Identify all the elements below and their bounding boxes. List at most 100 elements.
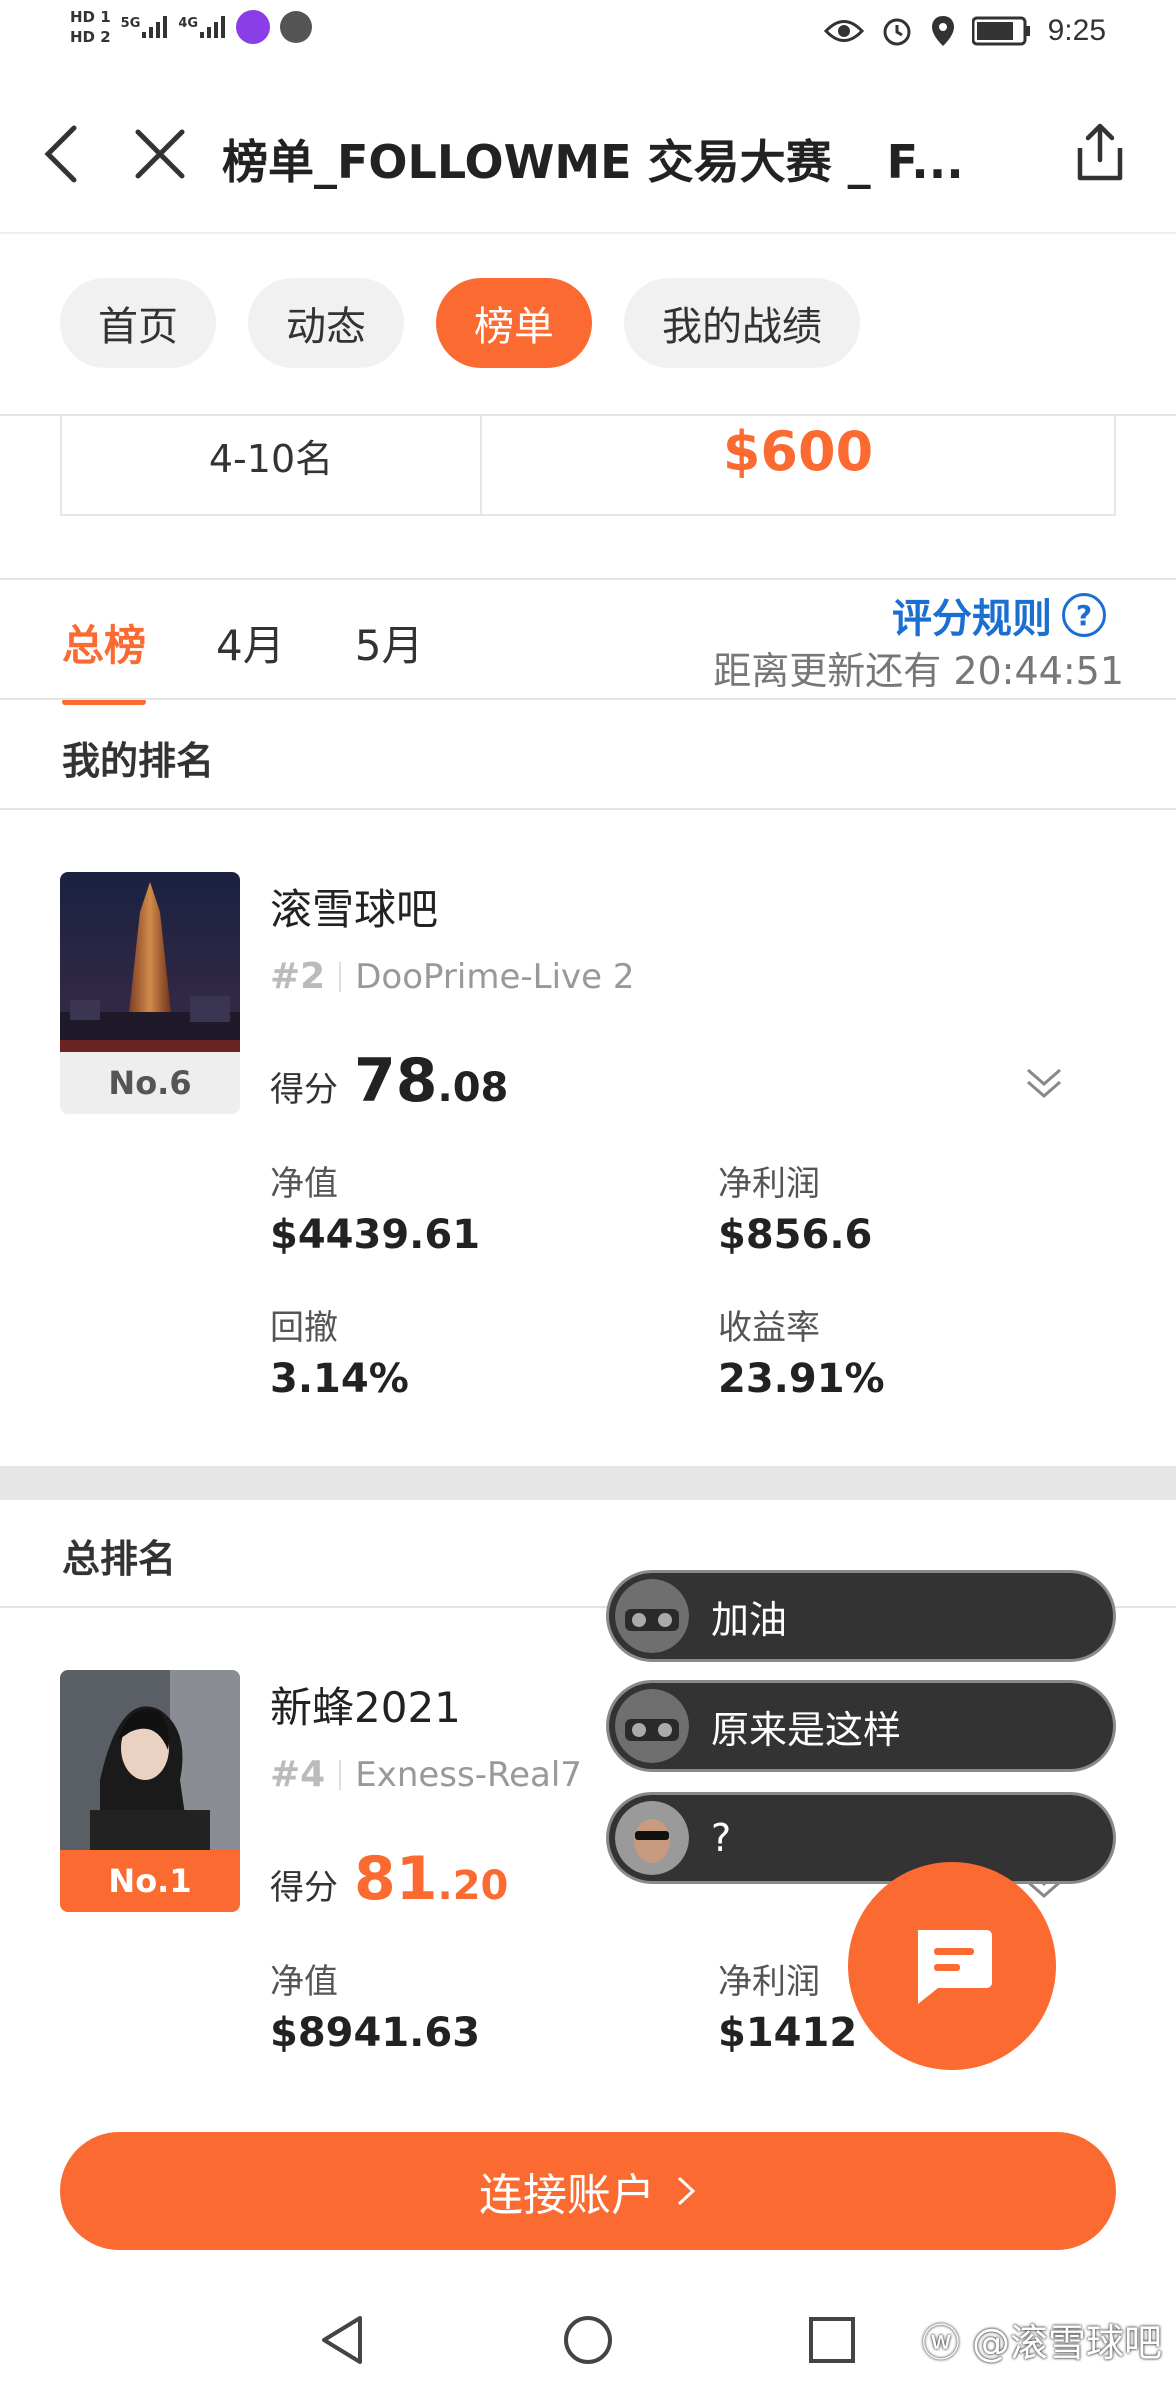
battery-icon <box>971 16 1030 46</box>
clock-time: 9:25 <box>1047 14 1106 47</box>
update-countdown: 距离更新还有 20:44:51 <box>713 649 1124 693</box>
leader-account-info: #4 Exness-Real7 <box>270 1754 582 1795</box>
stat-value-return-rate: 23.91% <box>718 1356 885 1402</box>
status-right: 9:25 <box>823 14 1106 48</box>
weibo-icon: ⓦ <box>921 2321 960 2365</box>
nav-back-icon[interactable] <box>316 2312 366 2368</box>
my-score: 得分 78 .08 <box>270 1046 508 1116</box>
stat-value-drawdown: 3.14% <box>270 1356 409 1402</box>
commenter-avatar <box>615 1579 689 1653</box>
stat-label-return-rate: 收益率 <box>718 1308 820 1348</box>
scoring-rules-link[interactable]: 评分规则 ? <box>892 586 1106 644</box>
separator <box>339 961 342 992</box>
globe-icon <box>280 11 313 43</box>
commenter-avatar <box>615 1689 689 1763</box>
comment-bubble[interactable]: 原来是这样 <box>606 1680 1116 1772</box>
status-left: HD 1 HD 2 5G 4G <box>70 8 313 46</box>
comment-bubble[interactable]: 加油 <box>606 1570 1116 1662</box>
status-bar: HD 1 HD 2 5G 4G 9:25 <box>0 0 1176 76</box>
chevron-right-icon <box>677 2176 696 2206</box>
connect-account-button[interactable]: 连接账户 <box>60 2132 1116 2250</box>
my-username: 滚雪球吧 <box>270 885 439 934</box>
comment-fab[interactable] <box>848 1862 1056 2070</box>
message-icon <box>918 1930 992 2004</box>
connect-account-label: 连接账户 <box>479 2170 655 2221</box>
divider <box>0 578 1176 580</box>
my-server: DooPrime-Live 2 <box>355 956 635 997</box>
my-rank-badge: No.6 <box>60 1052 240 1114</box>
person-photo <box>60 1670 240 1850</box>
signal-icon: 5G <box>121 16 169 38</box>
comment-text: 加油 <box>711 1597 788 1642</box>
comment-text: ? <box>711 1816 732 1860</box>
net2-label: 4G <box>178 16 199 31</box>
leader-score: 得分 81 .20 <box>270 1844 508 1914</box>
score-decimal: .08 <box>437 1065 509 1111</box>
net1-label: 5G <box>120 16 141 31</box>
nav-home-icon[interactable] <box>560 2312 616 2368</box>
section-gap <box>0 1466 1176 1500</box>
back-arrow-icon[interactable] <box>40 122 84 186</box>
main-tabs: 首页 动态 榜单 我的战绩 <box>60 278 860 368</box>
leader-account-number: #4 <box>270 1754 326 1795</box>
expand-chevron-icon[interactable] <box>1024 1064 1064 1100</box>
stat-label-net-value: 净值 <box>270 1164 338 1204</box>
tab-home[interactable]: 首页 <box>60 278 216 368</box>
tab-april[interactable]: 4月 <box>216 612 285 673</box>
comment-text: 原来是这样 <box>711 1707 902 1752</box>
divider <box>0 698 1176 700</box>
tab-my-record[interactable]: 我的战绩 <box>624 278 860 368</box>
tab-feed[interactable]: 动态 <box>248 278 404 368</box>
location-icon <box>931 16 954 46</box>
stat-label-net-profit: 净利润 <box>718 1164 820 1204</box>
my-avatar[interactable]: No.6 <box>60 872 240 1114</box>
tab-overall[interactable]: 总榜 <box>62 612 147 705</box>
score-decimal: .20 <box>437 1863 509 1909</box>
watermark: ⓦ @滚雪球吧 <box>922 2312 1162 2367</box>
leader-server: Exness-Real7 <box>355 1754 582 1795</box>
stat-value-net-value: $4439.61 <box>270 1212 481 1258</box>
stat-label-net-profit: 净利润 <box>718 1962 820 2002</box>
separator <box>339 1759 342 1790</box>
nav-recents-icon[interactable] <box>806 2314 858 2366</box>
score-label: 得分 <box>270 1868 338 1908</box>
prize-amount: $600 <box>722 420 874 483</box>
tab-leaderboard[interactable]: 榜单 <box>436 278 592 368</box>
my-rank-title: 我的排名 <box>62 739 215 783</box>
page-title: 榜单_FOLLOWME 交易大赛 _ F... <box>222 135 964 189</box>
top-bar: 榜单_FOLLOWME 交易大赛 _ F... <box>0 76 1176 234</box>
stat-label-drawdown: 回撤 <box>270 1308 338 1348</box>
stat-label-net-value: 净值 <box>270 1962 338 2002</box>
help-icon: ? <box>1062 593 1106 637</box>
tab-may[interactable]: 5月 <box>355 612 424 673</box>
scoring-rules-label: 评分规则 <box>892 596 1052 642</box>
tower-photo <box>60 872 240 1052</box>
prize-rank-range: 4-10名 <box>208 437 334 481</box>
score-integer: 81 <box>354 1844 438 1914</box>
leader-username: 新蜂2021 <box>270 1683 461 1732</box>
stat-value-net-profit: $1412 <box>718 2010 858 2056</box>
stat-value-net-profit: $856.6 <box>718 1212 873 1258</box>
hd-indicators: HD 1 HD 2 <box>70 8 111 46</box>
hd1-label: HD 1 <box>70 8 111 26</box>
leader-avatar[interactable]: No.1 <box>60 1670 240 1912</box>
my-account-info: #2 DooPrime-Live 2 <box>270 956 635 997</box>
my-account-number: #2 <box>270 956 326 997</box>
eye-icon <box>823 20 864 42</box>
watermark-text: @滚雪球吧 <box>971 2321 1162 2365</box>
signal2-icon: 4G <box>178 16 226 38</box>
alarm-icon <box>883 18 911 46</box>
period-tabs: 总榜 4月 5月 <box>62 612 493 705</box>
share-icon[interactable] <box>1074 120 1126 184</box>
app-notification-icon <box>236 10 271 44</box>
close-icon[interactable] <box>132 126 188 182</box>
score-label: 得分 <box>270 1070 338 1110</box>
hd2-label: HD 2 <box>70 28 111 46</box>
divider <box>0 808 1176 810</box>
leader-rank-badge: No.1 <box>60 1850 240 1912</box>
commenter-avatar <box>615 1801 689 1875</box>
prize-row: 4-10名 $600 <box>60 416 1116 516</box>
comment-bubble[interactable]: ? <box>606 1792 1116 1884</box>
stat-value-net-value: $8941.63 <box>270 2010 481 2056</box>
score-integer: 78 <box>354 1046 438 1116</box>
